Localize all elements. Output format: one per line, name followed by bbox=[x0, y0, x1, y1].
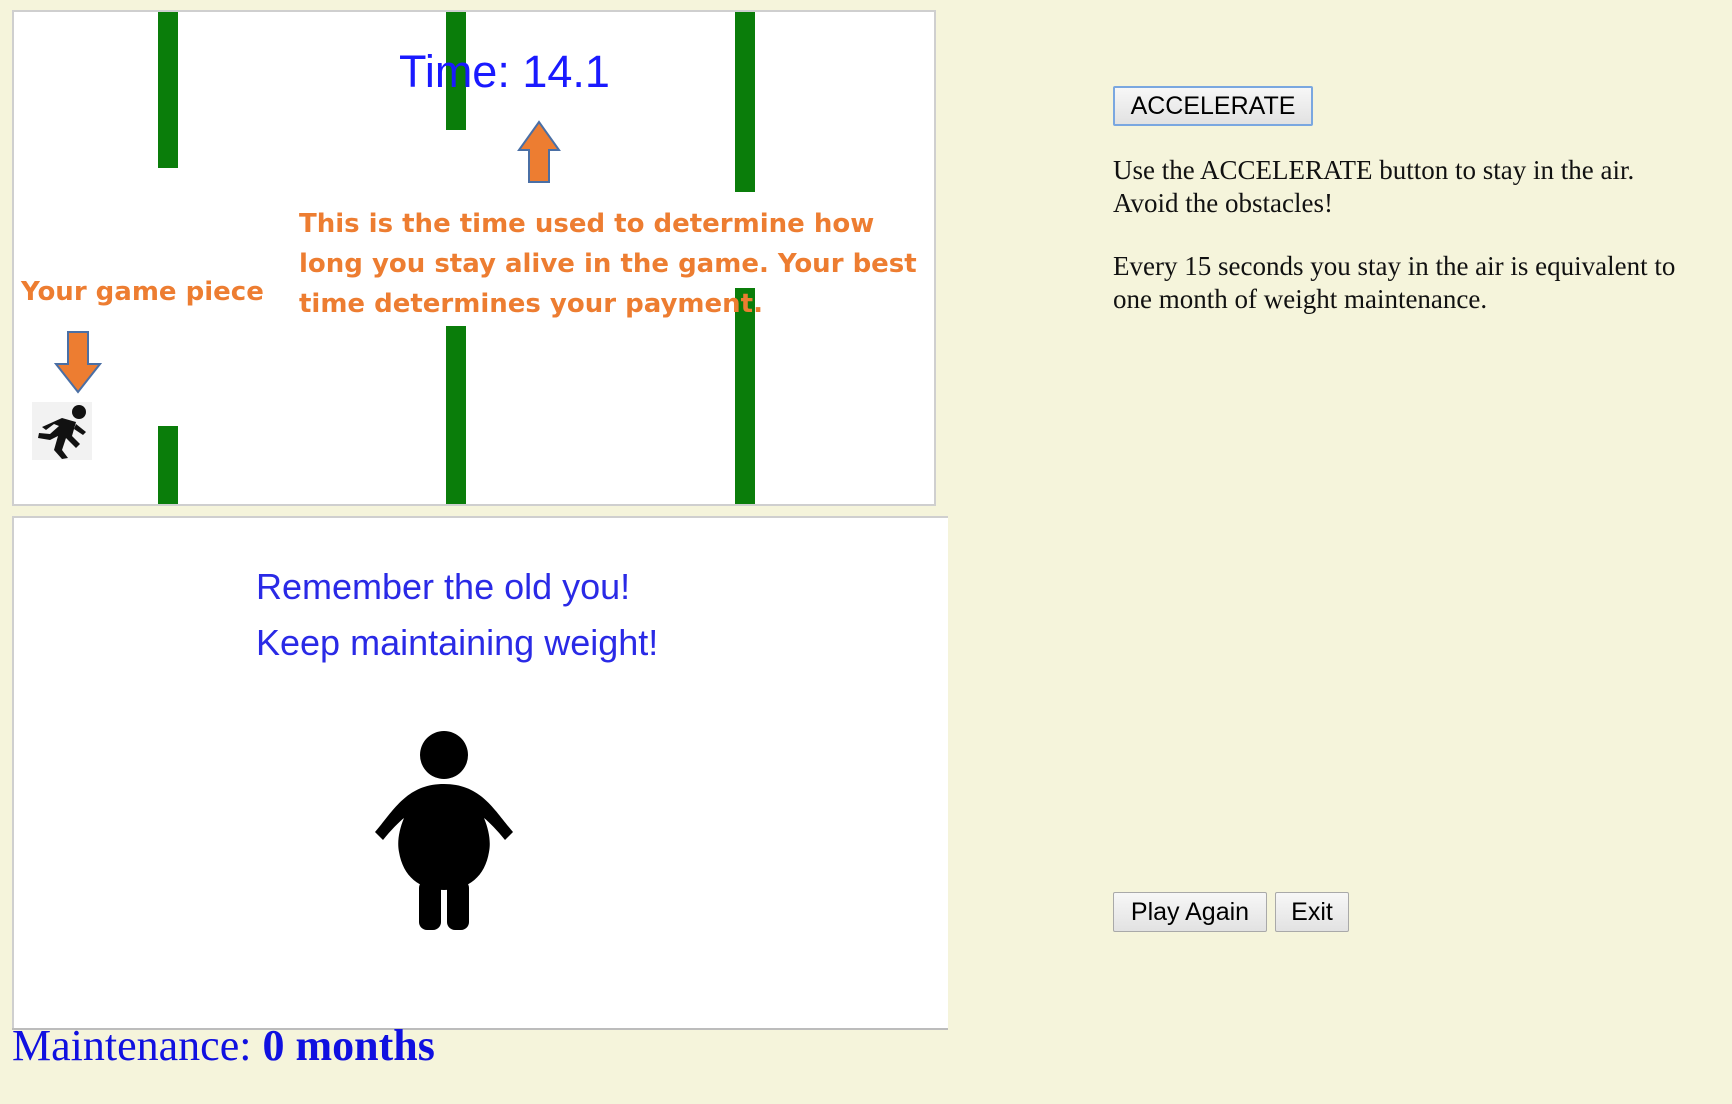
message-line-2: Keep maintaining weight! bbox=[256, 622, 659, 663]
obstacle-bottom-1 bbox=[158, 426, 178, 504]
annotation-time-line-2: long you stay alive in the game. Your be… bbox=[299, 249, 917, 279]
arrow-down-icon bbox=[54, 331, 102, 394]
maintenance-value: 0 months bbox=[262, 1021, 435, 1070]
maintenance-status: Maintenance: 0 months bbox=[12, 1020, 435, 1071]
message-line-1: Remember the old you! bbox=[256, 566, 631, 607]
message-panel: Remember the old you! Keep maintaining w… bbox=[12, 516, 948, 1030]
overweight-person-icon bbox=[375, 731, 513, 930]
arrow-up-icon bbox=[517, 120, 561, 183]
maintenance-label: Maintenance: bbox=[12, 1021, 252, 1070]
instructions-paragraph-1: Use the ACCELERATE button to stay in the… bbox=[1113, 155, 1635, 218]
obstacle-top-3 bbox=[735, 12, 755, 192]
accelerate-button[interactable]: ACCELERATE bbox=[1113, 86, 1313, 126]
exit-button[interactable]: Exit bbox=[1275, 892, 1349, 932]
annotation-time-line-1: This is the time used to determine how bbox=[299, 209, 875, 239]
instructions-paragraph-2: Every 15 seconds you stay in the air is … bbox=[1113, 251, 1676, 314]
obstacle-bottom-2 bbox=[446, 326, 466, 504]
annotation-time-line-3: time determines your payment. bbox=[299, 289, 763, 319]
obstacle-top-1 bbox=[158, 12, 178, 168]
running-person-icon bbox=[32, 402, 92, 460]
annotation-game-piece: Your game piece bbox=[21, 277, 264, 307]
game-canvas[interactable]: Time: 14.1 This is the time used to dete… bbox=[12, 10, 936, 506]
play-again-button[interactable]: Play Again bbox=[1113, 892, 1267, 932]
time-display: Time: 14.1 bbox=[399, 46, 610, 97]
